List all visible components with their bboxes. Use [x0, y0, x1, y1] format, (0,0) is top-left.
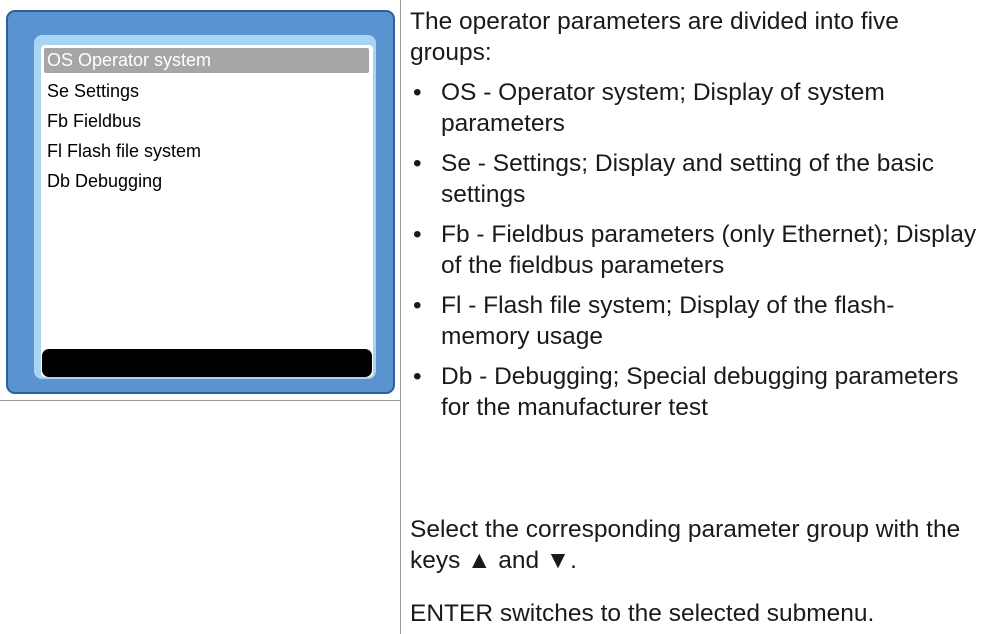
bullet-marker: • [413, 221, 422, 248]
menu-item-settings[interactable]: Se Settings [44, 76, 369, 106]
select-instruction: Select the corresponding parameter group… [410, 516, 961, 574]
menu-item-operator-system[interactable]: OS Operator system [44, 48, 369, 73]
bullet-marker: • [413, 363, 422, 390]
parameter-group-list: • OS - Operator system; Display of syste… [410, 77, 980, 423]
menu-item-debugging[interactable]: Db Debugging [44, 166, 369, 196]
enter-instruction: ENTER switches to the selected submenu. [410, 600, 875, 627]
list-item-text: Fb - Fieldbus parameters (only Ethernet)… [441, 221, 977, 279]
bullet-marker: • [413, 292, 422, 319]
list-item: • Se - Settings; Display and setting of … [410, 148, 980, 210]
table-column-divider [400, 0, 401, 634]
bullet-marker: • [413, 79, 422, 106]
list-item: • Fb - Fieldbus parameters (only Etherne… [410, 219, 980, 281]
list-item-text: Db - Debugging; Special debugging parame… [441, 363, 959, 421]
list-item-text: Se - Settings; Display and setting of th… [441, 150, 934, 208]
intro-text: The operator parameters are divided into… [410, 8, 899, 66]
list-item: • Fl - Flash file system; Display of the… [410, 290, 980, 352]
display-screen: OS Operator system Se Settings Fb Fieldb… [41, 45, 373, 377]
bullet-marker: • [413, 150, 422, 177]
description-column: The operator parameters are divided into… [410, 6, 980, 432]
display-status-bar [42, 349, 372, 377]
menu-item-flash-file-system[interactable]: Fl Flash file system [44, 136, 369, 166]
list-item-text: Fl - Flash file system; Display of the f… [441, 292, 895, 350]
table-row-divider [0, 400, 400, 401]
menu-item-fieldbus[interactable]: Fb Fieldbus [44, 106, 369, 136]
list-item: • Db - Debugging; Special debugging para… [410, 361, 980, 423]
list-item: • OS - Operator system; Display of syste… [410, 77, 980, 139]
manual-page: OS Operator system Se Settings Fb Fieldb… [0, 0, 984, 634]
list-item-text: OS - Operator system; Display of system … [441, 79, 885, 137]
parameter-group-menu: OS Operator system Se Settings Fb Fieldb… [44, 48, 369, 196]
